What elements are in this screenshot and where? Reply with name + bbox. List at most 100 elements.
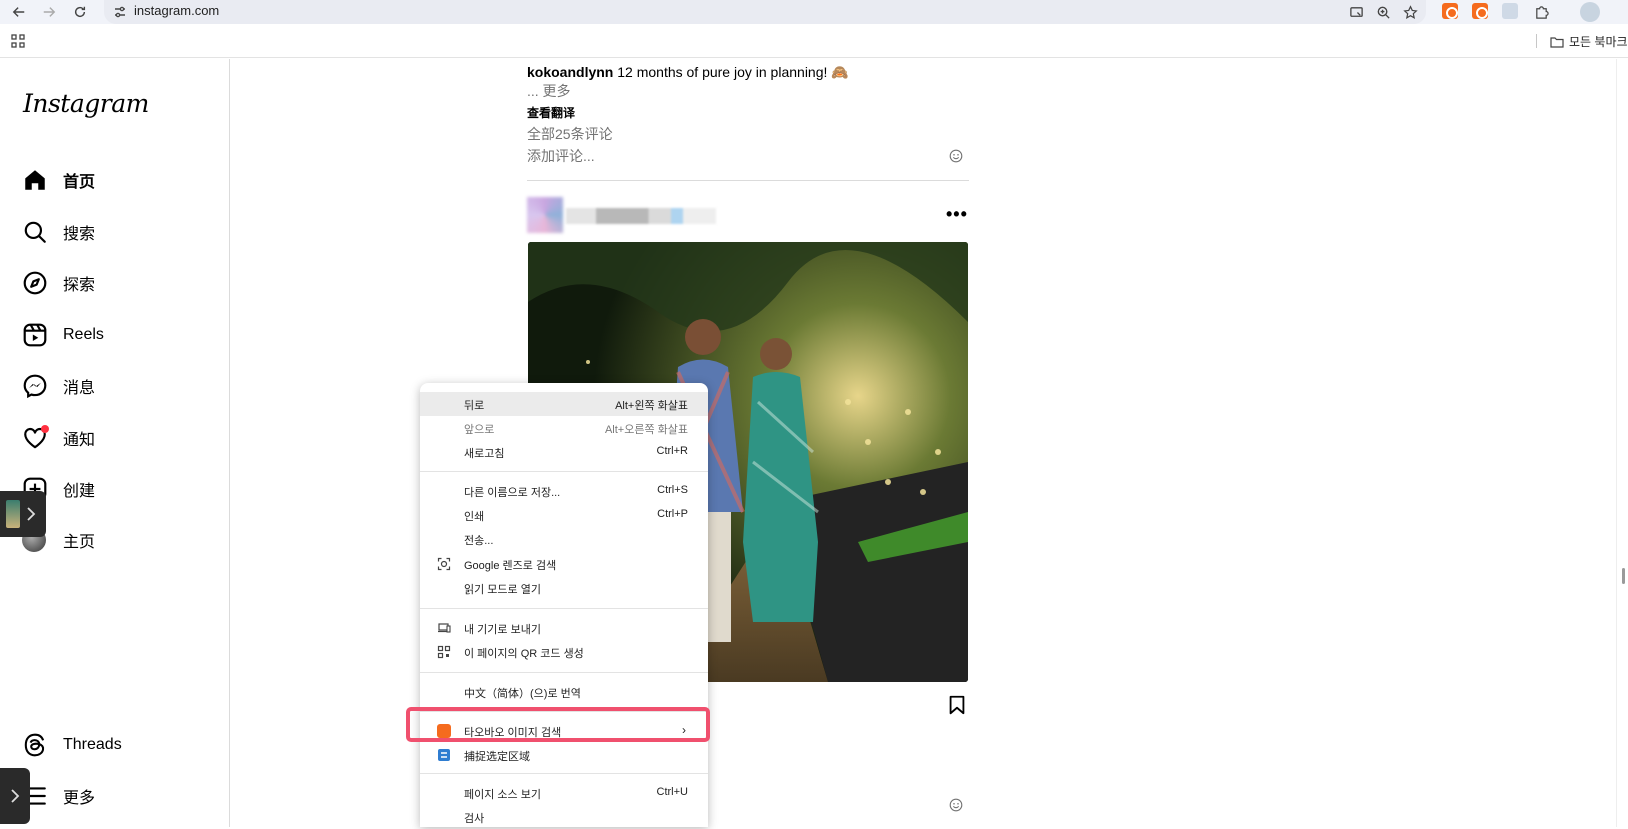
browser-toolbar: instagram.com: [0, 0, 1628, 24]
nav-reels[interactable]: Reels: [22, 321, 104, 349]
caption-username[interactable]: kokoandlynn: [527, 64, 613, 80]
nav-more[interactable]: 更多: [22, 782, 95, 810]
emoji-icon-2[interactable]: [949, 798, 963, 812]
save-bookmark-icon[interactable]: [946, 694, 968, 716]
ctx-cast[interactable]: 전송...: [420, 527, 708, 551]
ctx-reload-shortcut: Ctrl+R: [656, 445, 688, 457]
reload-icon: [74, 6, 86, 18]
see-translation-link[interactable]: 查看翻译: [527, 104, 575, 121]
floating-expand-tab[interactable]: [0, 768, 30, 824]
ctx-translate-label: 中文（简体）(으)로 번역: [464, 688, 581, 700]
chevron-right-icon: [11, 789, 20, 803]
folder-icon: [1550, 36, 1564, 48]
chevron-right-icon: [27, 507, 36, 521]
add-comment-input[interactable]: 添加评论...: [527, 146, 595, 166]
post-divider: [527, 180, 969, 181]
nav-search[interactable]: 搜索: [22, 218, 95, 246]
ctx-google-lens[interactable]: Google 렌즈로 검색: [420, 552, 708, 576]
ctx-forward[interactable]: 앞으로 Alt+오른쪽 화살표: [420, 416, 708, 440]
caption-text: 12 months of pure joy in planning! 🙈: [617, 64, 849, 80]
qr-icon: [437, 645, 451, 659]
instagram-sidebar: Instagram 首页 搜索 探索 Reels 消息 通知 创建 主页 Thr…: [0, 59, 230, 827]
address-bar[interactable]: instagram.com: [104, 0, 1426, 24]
ctx-print-label: 인쇄: [464, 511, 485, 523]
profile-avatar[interactable]: [1580, 2, 1600, 22]
nav-threads[interactable]: Threads: [22, 731, 122, 759]
ctx-qr-code[interactable]: 이 페이지의 QR 코드 생성: [420, 640, 708, 664]
ctx-google-lens-label: Google 렌즈로 검색: [464, 560, 557, 572]
home-icon: [25, 170, 45, 190]
bookmark-star-icon[interactable]: [1401, 3, 1419, 21]
zoom-icon[interactable]: [1374, 3, 1392, 21]
nav-messages-label: 消息: [63, 380, 96, 397]
extensions-puzzle-icon[interactable]: [1532, 3, 1550, 21]
ctx-capture-area[interactable]: 捕捉选定区域: [420, 743, 708, 767]
nav-threads-label: Threads: [63, 736, 122, 753]
ctx-reading-mode-label: 읽기 모드로 열기: [464, 584, 541, 596]
apps-grid-icon[interactable]: [11, 34, 25, 48]
nav-home-label: 首页: [63, 174, 96, 191]
emoji-icon[interactable]: [949, 149, 963, 163]
forward-arrow-icon: [43, 7, 56, 17]
nav-notifications[interactable]: 通知: [22, 424, 95, 452]
messenger-icon: [23, 374, 47, 399]
nav-home[interactable]: 首页: [22, 166, 95, 194]
ctx-reload-label: 새로고침: [464, 448, 505, 460]
caption-more-link[interactable]: ... 更多: [527, 81, 571, 101]
url-text[interactable]: instagram.com: [134, 3, 219, 18]
ctx-back[interactable]: 뒤로 Alt+왼쪽 화살표: [420, 392, 708, 416]
forward-button[interactable]: [39, 2, 59, 22]
site-settings-icon[interactable]: [112, 4, 128, 20]
scrollbar-thumb[interactable]: [1622, 568, 1625, 584]
all-bookmarks-button[interactable]: 모든 북마크: [1550, 33, 1628, 50]
ctx-separator: [420, 773, 708, 774]
compass-icon: [23, 271, 47, 295]
ctx-print[interactable]: 인쇄 Ctrl+P: [420, 503, 708, 527]
nav-messages[interactable]: 消息: [22, 372, 95, 400]
post-more-options-icon[interactable]: •••: [946, 204, 968, 225]
ctx-save-as-shortcut: Ctrl+S: [657, 484, 688, 496]
ctx-qr-code-label: 이 페이지의 QR 코드 생성: [464, 648, 584, 660]
ctx-inspect[interactable]: 검사: [420, 805, 708, 829]
ctx-save-as[interactable]: 다른 이름으로 저장... Ctrl+S: [420, 479, 708, 503]
ctx-reading-mode[interactable]: 읽기 모드로 열기: [420, 576, 708, 600]
taobao-extension-icon[interactable]: [1442, 3, 1458, 19]
reels-icon: [23, 323, 47, 347]
nav-more-label: 更多: [63, 790, 96, 807]
ctx-save-as-label: 다른 이름으로 저장...: [464, 487, 561, 499]
nav-search-label: 搜索: [63, 226, 96, 243]
ctx-print-shortcut: Ctrl+P: [657, 508, 688, 520]
ctx-separator: [420, 608, 708, 609]
ctx-forward-shortcut: Alt+오른쪽 화살표: [604, 424, 688, 436]
post-caption: kokoandlynn 12 months of pure joy in pla…: [527, 64, 849, 81]
taobao-extension-icon-2[interactable]: [1472, 3, 1488, 19]
ctx-capture-area-label: 捕捉选定区域: [464, 751, 530, 763]
instagram-logo[interactable]: Instagram: [23, 89, 149, 118]
post-author-avatar[interactable]: [527, 197, 563, 233]
nav-create-label: 创建: [63, 483, 96, 500]
cast-icon[interactable]: [1347, 3, 1365, 21]
page-scrollbar[interactable]: [1616, 59, 1628, 827]
back-button[interactable]: [9, 2, 29, 22]
floating-extension-tab[interactable]: [0, 491, 46, 537]
ctx-separator: [420, 471, 708, 472]
ctx-send-to-device[interactable]: 내 기기로 보내기: [420, 616, 708, 640]
ctx-view-source-shortcut: Ctrl+U: [656, 786, 688, 798]
ctx-reload[interactable]: 새로고침 Ctrl+R: [420, 440, 708, 464]
ctx-translate[interactable]: 中文（简体）(으)로 번역: [420, 680, 708, 704]
reload-button[interactable]: [70, 2, 90, 22]
all-bookmarks-label: 모든 북마크: [1569, 35, 1628, 49]
ctx-forward-label: 앞으로: [464, 424, 495, 436]
nav-notifications-label: 通知: [63, 432, 96, 449]
nav-explore[interactable]: 探索: [22, 269, 95, 297]
ctx-back-shortcut: Alt+왼쪽 화살표: [615, 400, 688, 412]
post-author-username-blurred[interactable]: [566, 208, 716, 224]
nav-explore-label: 探索: [63, 277, 96, 294]
bookmarks-bar: 모든 북마크: [0, 24, 1628, 58]
nav-reels-label: Reels: [63, 326, 104, 343]
highlight-box: [406, 707, 710, 742]
notification-dot: [41, 425, 49, 433]
view-all-comments-link[interactable]: 全部25条评论: [527, 124, 613, 144]
capture-extension-icon[interactable]: [1502, 3, 1518, 19]
ctx-view-source[interactable]: 페이지 소스 보기 Ctrl+U: [420, 781, 708, 805]
